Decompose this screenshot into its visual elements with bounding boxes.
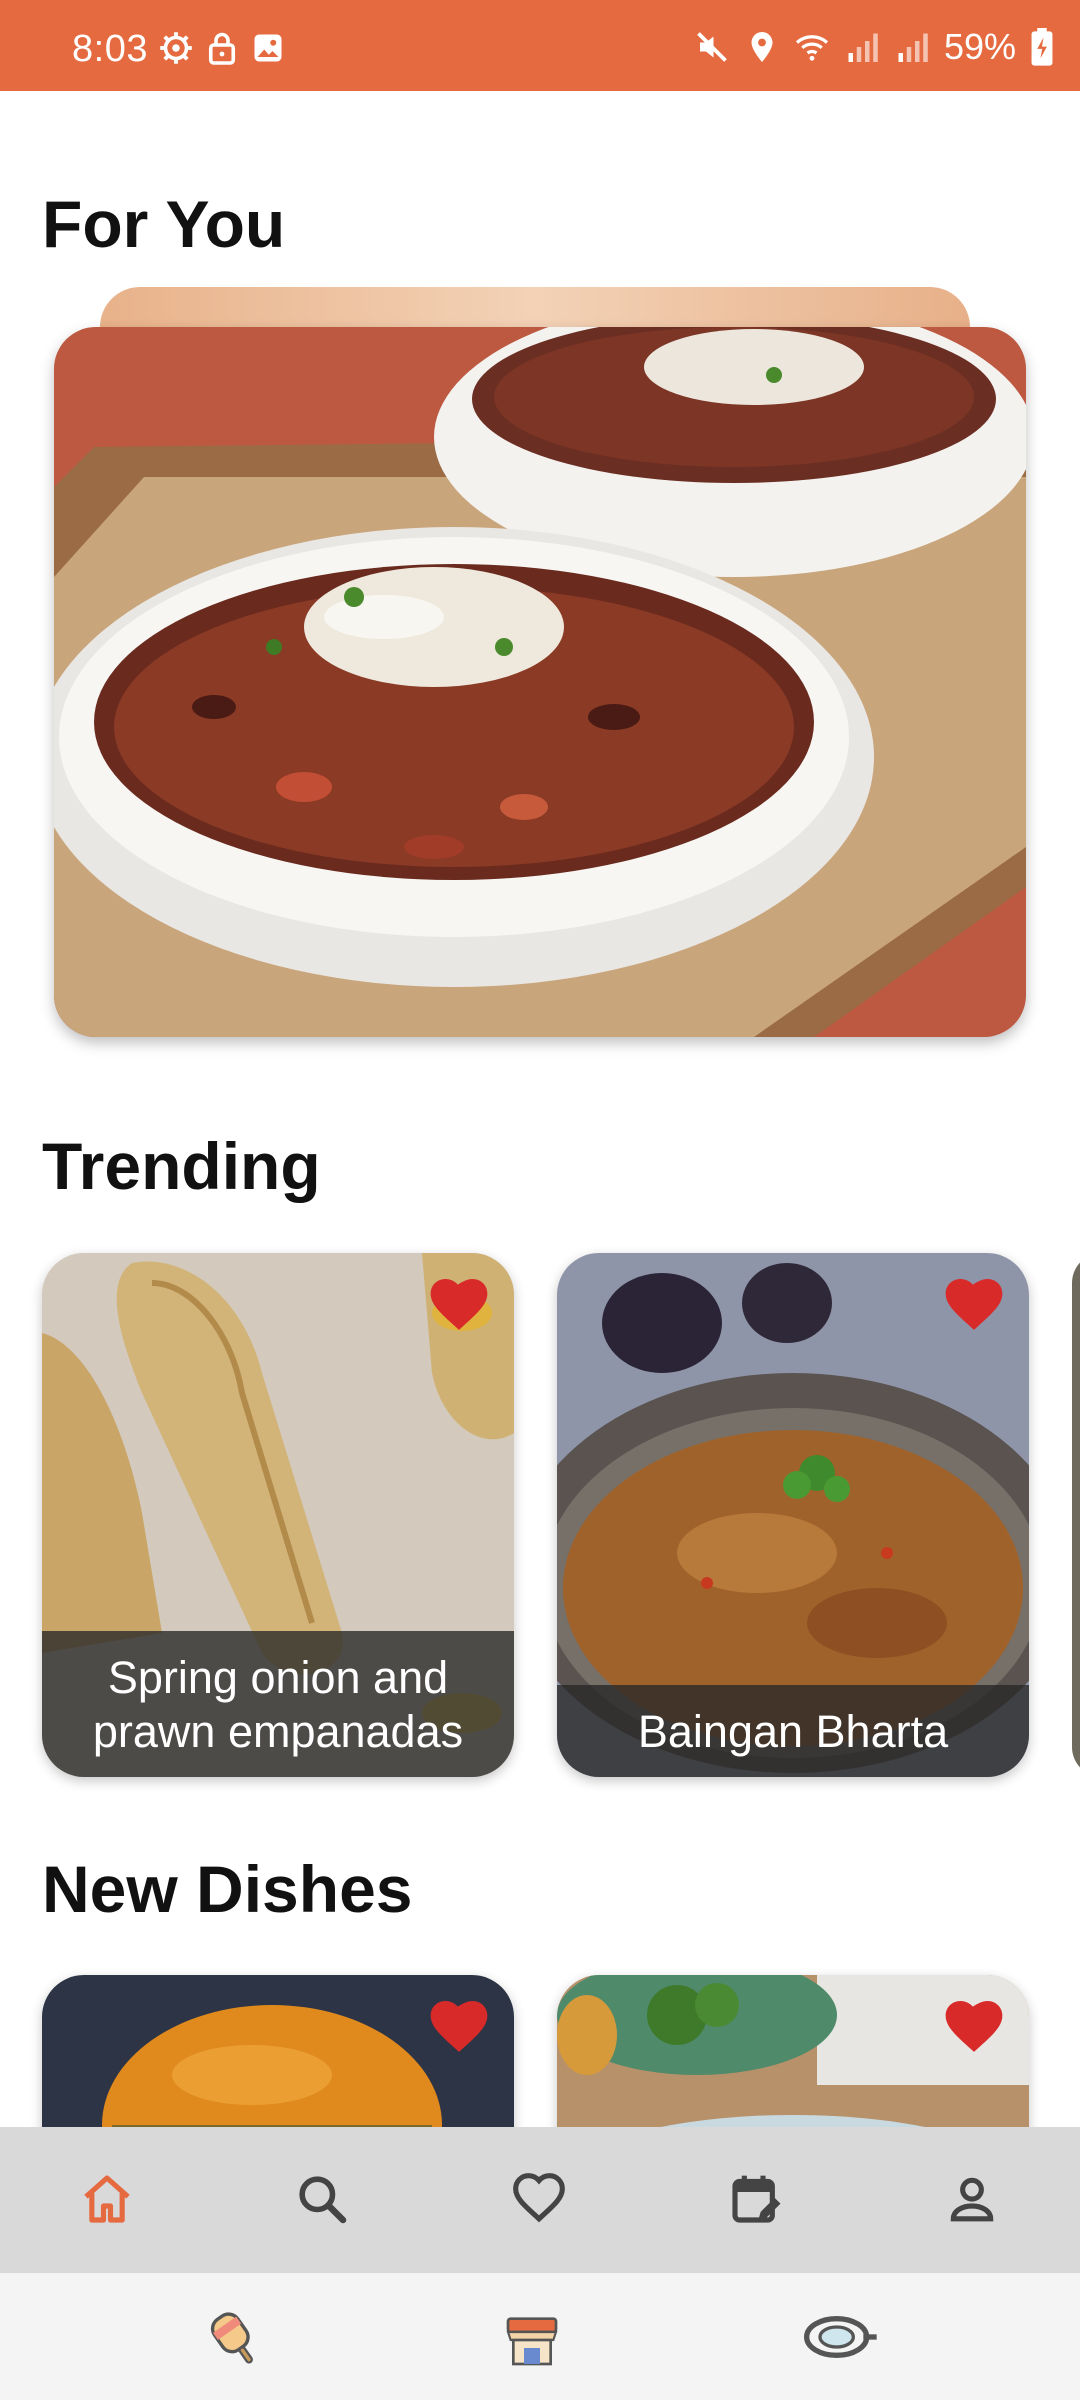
lock-icon bbox=[208, 32, 236, 65]
status-time: 8:03 bbox=[72, 28, 148, 70]
card-title: Spring onion and prawn empanadas bbox=[42, 1631, 514, 1777]
new-dishes-title: New Dishes bbox=[42, 1852, 413, 1926]
status-left-icons bbox=[158, 30, 286, 66]
mute-icon bbox=[697, 32, 727, 62]
gear-icon bbox=[160, 32, 192, 64]
system-navigation-bar bbox=[0, 2273, 1080, 2400]
status-bar: 8:03 59% bbox=[0, 0, 1080, 91]
heart-icon[interactable] bbox=[430, 1279, 488, 1331]
shop-stall-icon[interactable] bbox=[500, 2307, 564, 2373]
for-you-next-card-peek[interactable] bbox=[100, 287, 970, 327]
image-icon bbox=[254, 34, 282, 62]
trending-card[interactable]: Spring onion and prawn empanadas bbox=[42, 1253, 514, 1777]
bottom-navigation bbox=[0, 2127, 1080, 2273]
person-icon[interactable] bbox=[944, 2171, 1000, 2227]
search-icon[interactable] bbox=[294, 2171, 350, 2227]
heart-icon[interactable] bbox=[945, 1279, 1003, 1331]
card-title: Baingan Bharta bbox=[557, 1685, 1029, 1777]
trending-card[interactable]: Baingan Bharta bbox=[557, 1253, 1029, 1777]
battery-icon bbox=[1031, 28, 1053, 66]
chili-bowls-image bbox=[54, 327, 1026, 1037]
battery-percent: 59% bbox=[943, 26, 1016, 67]
heart-outline-icon[interactable] bbox=[511, 2171, 567, 2227]
heart-icon[interactable] bbox=[945, 2001, 1003, 2053]
location-icon bbox=[751, 32, 773, 62]
for-you-featured-card[interactable] bbox=[54, 327, 1026, 1037]
signal-icon bbox=[848, 33, 878, 62]
home-icon[interactable] bbox=[79, 2171, 135, 2227]
trending-title: Trending bbox=[42, 1129, 321, 1203]
heart-icon[interactable] bbox=[430, 2001, 488, 2053]
trending-next-card-peek[interactable] bbox=[1072, 1253, 1080, 1777]
for-you-title: For You bbox=[42, 187, 286, 261]
dish-cover-icon[interactable] bbox=[800, 2307, 880, 2367]
signal-icon bbox=[898, 33, 928, 62]
status-right: 59% bbox=[694, 26, 1054, 68]
popsicle-icon[interactable] bbox=[200, 2307, 272, 2375]
wifi-icon bbox=[795, 35, 829, 61]
calendar-edit-icon[interactable] bbox=[728, 2171, 784, 2227]
